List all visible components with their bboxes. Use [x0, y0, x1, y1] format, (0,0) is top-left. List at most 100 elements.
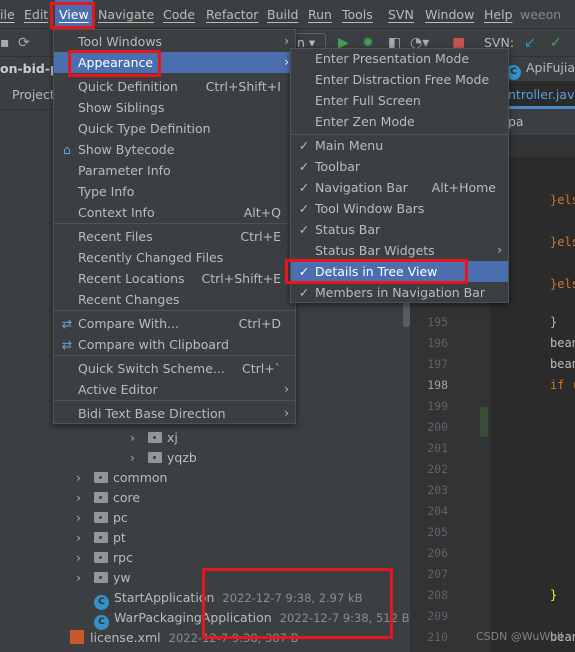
- line-number: 200: [427, 420, 448, 434]
- change-marker: [480, 407, 488, 437]
- line-number: 198: [427, 378, 448, 392]
- view-menu-item[interactable]: ⇄ Compare With... Ctrl+D: [54, 313, 295, 334]
- menu-refactor[interactable]: Refactor: [202, 0, 262, 29]
- appearance-menu-item[interactable]: Enter Presentation Mode: [291, 48, 508, 69]
- code-line: bean: [550, 336, 575, 350]
- view-menu-item[interactable]: Recent Locations Ctrl+Shift+E: [54, 268, 295, 289]
- chevron-right-icon[interactable]: ›: [76, 508, 94, 528]
- view-menu: Tool Windows › Appearance › Quick Definition…: [53, 29, 296, 424]
- tree-item[interactable]: › xj: [130, 428, 178, 448]
- view-menu-item[interactable]: Bidi Text Base Direction ›: [54, 403, 295, 424]
- chevron-right-icon[interactable]: ›: [76, 468, 94, 488]
- menu-item-label: Parameter Info: [78, 163, 171, 178]
- view-menu-item[interactable]: Type Info: [54, 181, 295, 202]
- appearance-menu-item[interactable]: ✓ Members in Navigation Bar: [291, 282, 508, 303]
- appearance-menu-item[interactable]: Enter Zen Mode: [291, 111, 508, 132]
- menu-build[interactable]: Build: [263, 0, 302, 29]
- svn-commit-icon[interactable]: ✓: [550, 35, 562, 51]
- highlight-box: [68, 50, 161, 77]
- save-icon[interactable]: ▪: [0, 35, 10, 51]
- appearance-menu-item[interactable]: Status Bar Widgets ›: [291, 240, 508, 261]
- code-line: }: [550, 315, 558, 329]
- chevron-right-icon: ›: [284, 382, 289, 396]
- view-menu-item[interactable]: Recent Changes: [54, 289, 295, 310]
- view-menu-item[interactable]: ⌂ Show Bytecode: [54, 139, 295, 160]
- tree-item-label: license.xml: [90, 630, 161, 645]
- view-menu-item[interactable]: Active Editor ›: [54, 379, 295, 400]
- chevron-right-icon[interactable]: ›: [76, 568, 94, 588]
- xml-file-icon: [70, 630, 84, 644]
- appearance-menu-item[interactable]: ✓ Navigation Bar Alt+Home: [291, 177, 508, 198]
- line-number: 205: [427, 525, 448, 539]
- menu-item-label: Quick Definition: [78, 79, 178, 94]
- view-menu-item[interactable]: Quick Definition Ctrl+Shift+I: [54, 76, 295, 97]
- shortcut: Ctrl+D: [238, 316, 281, 331]
- menu-item-label: Toolbar: [315, 159, 361, 174]
- tree-item[interactable]: › yw: [76, 568, 131, 588]
- chevron-right-icon[interactable]: ›: [76, 528, 94, 548]
- view-menu-item[interactable]: Recent Files Ctrl+E: [54, 226, 295, 247]
- view-menu-item[interactable]: Recently Changed Files: [54, 247, 295, 268]
- menu-item-label: Navigation Bar: [315, 180, 408, 195]
- tree-item[interactable]: › pt: [76, 528, 126, 548]
- view-menu-item[interactable]: Context Info Alt+Q: [54, 202, 295, 223]
- chevron-right-icon[interactable]: ›: [130, 448, 148, 468]
- view-menu-item[interactable]: Parameter Info: [54, 160, 295, 181]
- chevron-right-icon: ›: [497, 243, 502, 257]
- appearance-menu-item[interactable]: Enter Distraction Free Mode: [291, 69, 508, 90]
- folder-icon: [94, 512, 108, 523]
- view-menu-item[interactable]: Quick Type Definition: [54, 118, 295, 139]
- tree-item-label: core: [113, 490, 141, 505]
- tree-item[interactable]: › pc: [76, 508, 128, 528]
- appearance-menu-item[interactable]: ✓ Status Bar: [291, 219, 508, 240]
- project-tab[interactable]: Project: [0, 83, 55, 107]
- tree-item[interactable]: › common: [76, 468, 167, 488]
- svn-update-icon[interactable]: ↙: [524, 35, 536, 51]
- appearance-menu-item[interactable]: Enter Full Screen: [291, 90, 508, 111]
- appearance-menu-item[interactable]: ✓ Toolbar: [291, 156, 508, 177]
- menu-item-label: Members in Navigation Bar: [315, 285, 486, 300]
- menu-item-label: Recent Changes: [78, 292, 180, 307]
- menu-run[interactable]: Run: [304, 0, 336, 29]
- tree-item[interactable]: › yqzb: [130, 448, 197, 468]
- menu-item-label: Context Info: [78, 205, 155, 220]
- tree-item-label: pt: [113, 530, 126, 545]
- tree-item-label: rpc: [113, 550, 133, 565]
- tree-item[interactable]: › core: [76, 488, 140, 508]
- view-menu-item[interactable]: ⇄ Compare with Clipboard: [54, 334, 295, 355]
- compare-icon: ⇄: [61, 316, 73, 331]
- menu-tools[interactable]: Tools: [338, 0, 377, 29]
- view-menu-item[interactable]: Show Siblings: [54, 97, 295, 118]
- menu-navigate[interactable]: Navigate: [94, 0, 158, 29]
- folder-icon: [94, 532, 108, 543]
- menu-svn[interactable]: SVN: [384, 0, 418, 29]
- chevron-right-icon[interactable]: ›: [76, 488, 94, 508]
- tree-item-label: StartApplication: [114, 590, 215, 605]
- menu-item-label: Type Info: [78, 184, 135, 199]
- menu-separator: [54, 223, 295, 224]
- sync-icon[interactable]: ⟳: [18, 35, 30, 51]
- line-number: 196: [427, 336, 448, 350]
- appearance-menu-item[interactable]: ✓ Main Menu: [291, 135, 508, 156]
- clipboard-compare-icon: ⇄: [61, 337, 73, 352]
- editor-tab-active[interactable]: ntroller.java: [508, 83, 575, 109]
- appearance-menu-item[interactable]: ✓ Tool Window Bars: [291, 198, 508, 219]
- menu-code[interactable]: Code: [159, 0, 199, 29]
- menu-item-label: Enter Zen Mode: [315, 114, 415, 129]
- check-icon: ✓: [298, 138, 310, 153]
- menu-separator: [291, 134, 508, 135]
- tree-item[interactable]: › rpc: [76, 548, 133, 568]
- editor-tab[interactable]: CApiFujian: [506, 60, 575, 80]
- menu-item-label: Main Menu: [315, 138, 384, 153]
- check-icon: ✓: [298, 201, 310, 216]
- menu-item-label: Show Bytecode: [78, 142, 175, 157]
- chevron-right-icon[interactable]: ›: [76, 548, 94, 568]
- menu-ile[interactable]: ile: [0, 0, 19, 29]
- chevron-right-icon[interactable]: ›: [130, 428, 148, 448]
- view-menu-item[interactable]: Quick Switch Scheme... Ctrl+`: [54, 358, 295, 379]
- menu-edit[interactable]: Edit: [20, 0, 52, 29]
- menu-window[interactable]: Window: [421, 0, 478, 29]
- view-menu-item[interactable]: Tool Windows ›: [54, 31, 295, 52]
- line-number: 204: [427, 504, 448, 518]
- menu-help[interactable]: Help: [480, 0, 517, 29]
